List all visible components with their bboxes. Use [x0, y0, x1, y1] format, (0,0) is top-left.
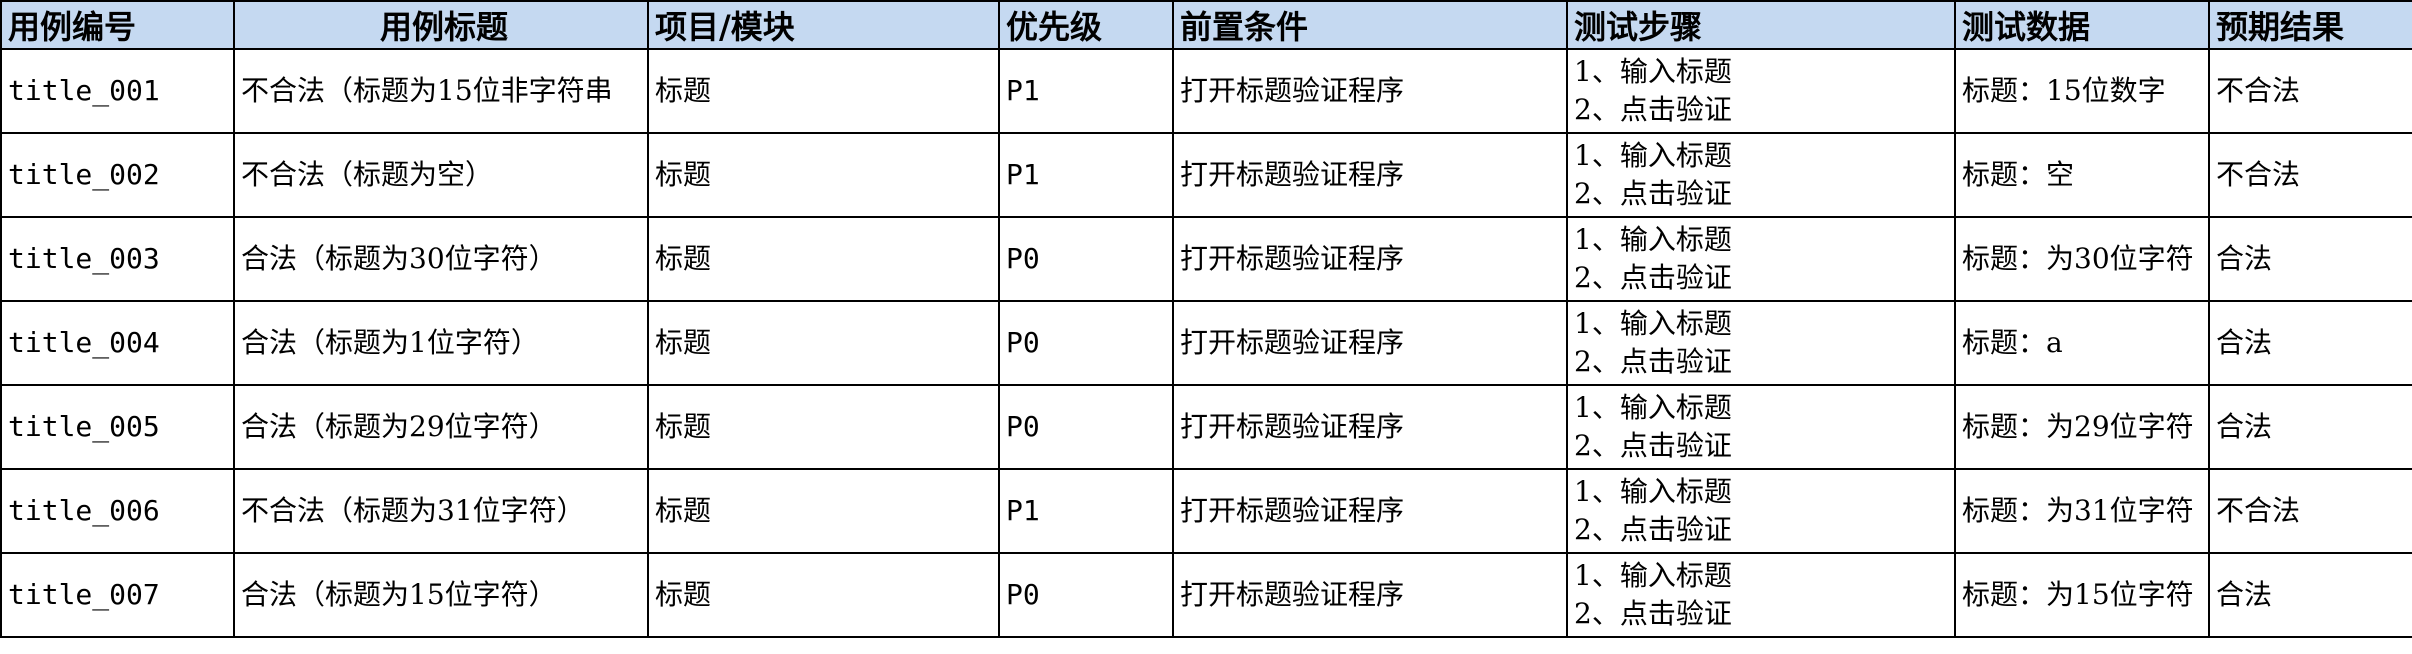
case-title-cell[interactable]: 不合法（标题为空） — [233, 132, 649, 218]
expected-result-cell[interactable]: 合法 — [2208, 384, 2412, 470]
header-cell-priority[interactable]: 优先级 — [998, 0, 1174, 50]
test-case-table: 用例编号 用例标题 项目/模块 优先级 前置条件 测试步骤 测试数据 预期结果 … — [0, 0, 2412, 638]
case-id-cell[interactable]: title_003 — [0, 216, 235, 302]
priority-cell[interactable]: P0 — [998, 384, 1174, 470]
case-title-cell[interactable]: 不合法（标题为31位字符） — [233, 468, 649, 554]
test-data-cell[interactable]: 标题：为29位字符 — [1954, 384, 2210, 470]
precondition-cell[interactable]: 打开标题验证程序 — [1172, 48, 1568, 134]
step-line: 2、点击验证 — [1574, 261, 1732, 294]
steps-cell[interactable]: 1、输入标题 2、点击验证 — [1566, 384, 1956, 470]
precondition-cell[interactable]: 打开标题验证程序 — [1172, 468, 1568, 554]
table-row: title_003 合法（标题为30位字符） 标题 P0 打开标题验证程序 1、… — [0, 216, 2412, 302]
header-cell-precondition[interactable]: 前置条件 — [1172, 0, 1568, 50]
expected-result-cell[interactable]: 不合法 — [2208, 468, 2412, 554]
steps-cell[interactable]: 1、输入标题 2、点击验证 — [1566, 468, 1956, 554]
test-data-cell[interactable]: 标题：a — [1954, 300, 2210, 386]
priority-cell[interactable]: P1 — [998, 48, 1174, 134]
table-row: title_007 合法（标题为15位字符） 标题 P0 打开标题验证程序 1、… — [0, 552, 2412, 638]
priority-cell[interactable]: P0 — [998, 300, 1174, 386]
test-data-cell[interactable]: 标题：15位数字 — [1954, 48, 2210, 134]
steps-cell[interactable]: 1、输入标题 2、点击验证 — [1566, 552, 1956, 638]
expected-result-cell[interactable]: 合法 — [2208, 300, 2412, 386]
precondition-cell[interactable]: 打开标题验证程序 — [1172, 216, 1568, 302]
test-data-cell[interactable]: 标题：空 — [1954, 132, 2210, 218]
step-line: 1、输入标题 — [1574, 55, 1732, 88]
priority-cell[interactable]: P0 — [998, 552, 1174, 638]
header-cell-expected[interactable]: 预期结果 — [2208, 0, 2412, 50]
test-data-cell[interactable]: 标题：为15位字符 — [1954, 552, 2210, 638]
table-row: title_002 不合法（标题为空） 标题 P1 打开标题验证程序 1、输入标… — [0, 132, 2412, 218]
table-row: title_006 不合法（标题为31位字符） 标题 P1 打开标题验证程序 1… — [0, 468, 2412, 554]
step-line: 1、输入标题 — [1574, 559, 1732, 592]
case-title-cell[interactable]: 不合法（标题为15位非字符串 — [233, 48, 649, 134]
test-data-cell[interactable]: 标题：为31位字符 — [1954, 468, 2210, 554]
precondition-cell[interactable]: 打开标题验证程序 — [1172, 300, 1568, 386]
step-line: 2、点击验证 — [1574, 345, 1732, 378]
precondition-cell[interactable]: 打开标题验证程序 — [1172, 384, 1568, 470]
step-line: 2、点击验证 — [1574, 513, 1732, 546]
step-line: 2、点击验证 — [1574, 93, 1732, 126]
expected-result-cell[interactable]: 合法 — [2208, 552, 2412, 638]
case-title-cell[interactable]: 合法（标题为15位字符） — [233, 552, 649, 638]
steps-cell[interactable]: 1、输入标题 2、点击验证 — [1566, 48, 1956, 134]
steps-cell[interactable]: 1、输入标题 2、点击验证 — [1566, 216, 1956, 302]
expected-result-cell[interactable]: 合法 — [2208, 216, 2412, 302]
header-cell-title[interactable]: 用例标题 — [233, 0, 649, 50]
case-title-cell[interactable]: 合法（标题为29位字符） — [233, 384, 649, 470]
table-row: title_005 合法（标题为29位字符） 标题 P0 打开标题验证程序 1、… — [0, 384, 2412, 470]
expected-result-cell[interactable]: 不合法 — [2208, 132, 2412, 218]
case-title-cell[interactable]: 合法（标题为30位字符） — [233, 216, 649, 302]
module-cell[interactable]: 标题 — [647, 132, 1000, 218]
header-row: 用例编号 用例标题 项目/模块 优先级 前置条件 测试步骤 测试数据 预期结果 — [0, 0, 2412, 50]
module-cell[interactable]: 标题 — [647, 552, 1000, 638]
table-row: title_004 合法（标题为1位字符） 标题 P0 打开标题验证程序 1、输… — [0, 300, 2412, 386]
step-line: 1、输入标题 — [1574, 223, 1732, 256]
module-cell[interactable]: 标题 — [647, 300, 1000, 386]
module-cell[interactable]: 标题 — [647, 216, 1000, 302]
header-cell-module[interactable]: 项目/模块 — [647, 0, 1000, 50]
steps-cell[interactable]: 1、输入标题 2、点击验证 — [1566, 300, 1956, 386]
priority-cell[interactable]: P1 — [998, 468, 1174, 554]
table-row: title_001 不合法（标题为15位非字符串 标题 P1 打开标题验证程序 … — [0, 48, 2412, 134]
module-cell[interactable]: 标题 — [647, 468, 1000, 554]
case-id-cell[interactable]: title_001 — [0, 48, 235, 134]
step-line: 1、输入标题 — [1574, 139, 1732, 172]
step-line: 2、点击验证 — [1574, 429, 1732, 462]
precondition-cell[interactable]: 打开标题验证程序 — [1172, 132, 1568, 218]
priority-cell[interactable]: P1 — [998, 132, 1174, 218]
step-line: 1、输入标题 — [1574, 391, 1732, 424]
precondition-cell[interactable]: 打开标题验证程序 — [1172, 552, 1568, 638]
module-cell[interactable]: 标题 — [647, 384, 1000, 470]
expected-result-cell[interactable]: 不合法 — [2208, 48, 2412, 134]
step-line: 2、点击验证 — [1574, 177, 1732, 210]
case-title-cell[interactable]: 合法（标题为1位字符） — [233, 300, 649, 386]
case-id-cell[interactable]: title_004 — [0, 300, 235, 386]
header-cell-steps[interactable]: 测试步骤 — [1566, 0, 1956, 50]
step-line: 1、输入标题 — [1574, 307, 1732, 340]
case-id-cell[interactable]: title_006 — [0, 468, 235, 554]
header-cell-data[interactable]: 测试数据 — [1954, 0, 2210, 50]
module-cell[interactable]: 标题 — [647, 48, 1000, 134]
priority-cell[interactable]: P0 — [998, 216, 1174, 302]
steps-cell[interactable]: 1、输入标题 2、点击验证 — [1566, 132, 1956, 218]
case-id-cell[interactable]: title_005 — [0, 384, 235, 470]
case-id-cell[interactable]: title_007 — [0, 552, 235, 638]
step-line: 2、点击验证 — [1574, 597, 1732, 630]
step-line: 1、输入标题 — [1574, 475, 1732, 508]
test-data-cell[interactable]: 标题：为30位字符 — [1954, 216, 2210, 302]
header-cell-id[interactable]: 用例编号 — [0, 0, 235, 50]
case-id-cell[interactable]: title_002 — [0, 132, 235, 218]
